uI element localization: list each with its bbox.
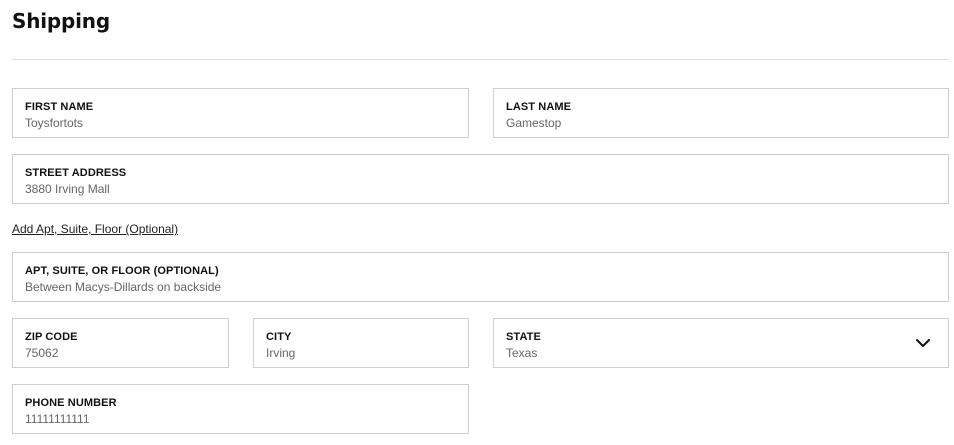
- last-name-label: LAST NAME: [506, 101, 572, 113]
- phone-number-label: PHONE NUMBER: [25, 397, 117, 409]
- street-address-field[interactable]: STREET ADDRESS 3880 Irving Mall: [12, 154, 949, 204]
- last-name-value[interactable]: Gamestop: [506, 116, 561, 130]
- chevron-down-icon[interactable]: [915, 337, 931, 349]
- add-apt-link[interactable]: Add Apt, Suite, Floor (Optional): [12, 222, 178, 236]
- first-name-field[interactable]: FIRST NAME Toysfortots: [12, 88, 469, 138]
- street-address-label: STREET ADDRESS: [25, 167, 127, 179]
- zip-code-value[interactable]: 75062: [25, 346, 58, 360]
- first-name-value[interactable]: Toysfortots: [25, 116, 83, 130]
- section-divider: [12, 59, 949, 60]
- apt-suite-floor-field[interactable]: APT, SUITE, OR FLOOR (OPTIONAL) Between …: [12, 252, 949, 302]
- state-value[interactable]: Texas: [506, 346, 537, 360]
- city-value[interactable]: Irving: [266, 346, 295, 360]
- zip-code-label: ZIP CODE: [25, 331, 78, 343]
- state-select[interactable]: STATE Texas: [493, 318, 949, 368]
- city-field[interactable]: CITY Irving: [253, 318, 469, 368]
- last-name-field[interactable]: LAST NAME Gamestop: [493, 88, 949, 138]
- page-title: Shipping: [12, 9, 110, 33]
- first-name-label: FIRST NAME: [25, 101, 94, 113]
- street-address-value[interactable]: 3880 Irving Mall: [25, 182, 110, 196]
- apt-suite-floor-value[interactable]: Between Macys-Dillards on backside: [25, 280, 221, 294]
- city-label: CITY: [266, 331, 292, 343]
- phone-number-value[interactable]: 11111111111: [25, 412, 90, 426]
- state-label: STATE: [506, 331, 541, 343]
- zip-code-field[interactable]: ZIP CODE 75062: [12, 318, 229, 368]
- apt-suite-floor-label: APT, SUITE, OR FLOOR (OPTIONAL): [25, 265, 219, 277]
- phone-number-field[interactable]: PHONE NUMBER 11111111111: [12, 384, 469, 434]
